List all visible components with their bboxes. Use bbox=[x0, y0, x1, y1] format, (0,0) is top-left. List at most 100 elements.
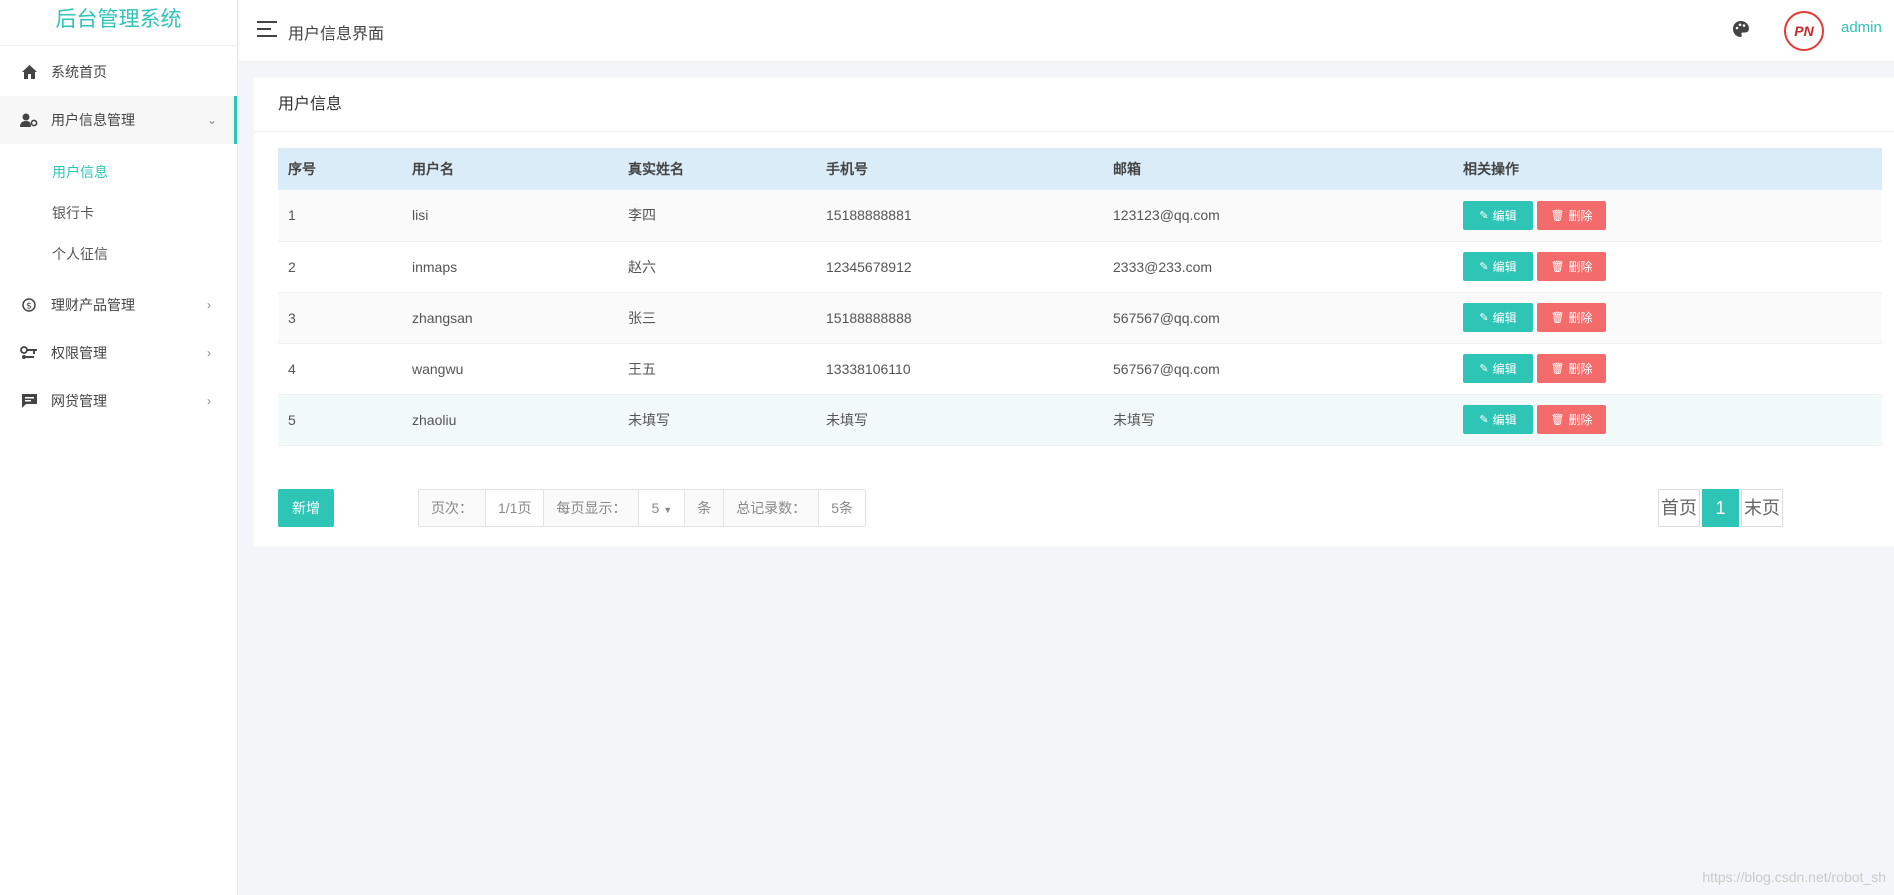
caret-down-icon: ▼ bbox=[663, 505, 673, 515]
delete-button[interactable]: 🗑 删除 bbox=[1537, 405, 1606, 434]
sidebar-item-label: 理财产品管理 bbox=[51, 297, 135, 313]
cell-index: 3 bbox=[288, 309, 296, 326]
cell-username: lisi bbox=[412, 207, 429, 224]
delete-label: 删除 bbox=[1568, 260, 1593, 274]
message-icon bbox=[20, 392, 38, 410]
column-header: 序号 bbox=[288, 161, 316, 177]
sidebar-item-label: 用户信息管理 bbox=[51, 112, 135, 128]
cell-phone: 未填写 bbox=[826, 411, 868, 428]
pagination-info: 页次： 1/1页 每页显示： 5 ▼ 条 总记录数： 5条 bbox=[418, 489, 866, 527]
add-button[interactable]: 新增 bbox=[278, 489, 334, 527]
avatar[interactable]: PN bbox=[1784, 11, 1824, 51]
per-page-select[interactable]: 5 ▼ bbox=[639, 490, 686, 526]
delete-label: 删除 bbox=[1568, 311, 1593, 325]
delete-label: 删除 bbox=[1568, 208, 1593, 223]
sidebar-subitem-bank-card[interactable]: 银行卡 bbox=[0, 193, 237, 234]
per-page-value: 5 bbox=[651, 500, 660, 516]
cell-actions: ✎ 编辑 🗑 删除 bbox=[1453, 241, 1882, 292]
edit-label: 编辑 bbox=[1492, 311, 1517, 325]
palette-icon[interactable] bbox=[1732, 20, 1750, 38]
delete-label: 删除 bbox=[1568, 362, 1593, 376]
unit-label: 条 bbox=[685, 490, 725, 526]
cell-index: 5 bbox=[288, 411, 296, 428]
column-header: 手机号 bbox=[826, 161, 868, 177]
table-row: 3 zhangsan 张三 15188888888 567567@qq.com … bbox=[278, 292, 1882, 343]
cell-email: 未填写 bbox=[1113, 411, 1155, 428]
cell-actions: ✎ 编辑 🗑 删除 bbox=[1453, 190, 1882, 241]
cell-realname: 李四 bbox=[628, 207, 656, 224]
delete-button[interactable]: 🗑 删除 bbox=[1537, 354, 1606, 383]
first-page-button[interactable]: 首页 bbox=[1658, 489, 1700, 527]
chevron-right-icon: › bbox=[207, 394, 211, 408]
pencil-icon: ✎ bbox=[1479, 209, 1489, 222]
sidebar-item-finance-products[interactable]: $ 理财产品管理 › bbox=[0, 281, 237, 329]
sidebar: 后台管理系统 系统首页 用户信息管理 ⌄ 用户信息 银行卡 个人征信 $ 理财产… bbox=[0, 0, 238, 895]
column-header: 邮箱 bbox=[1113, 161, 1141, 177]
sidebar-item-home[interactable]: 系统首页 bbox=[0, 48, 237, 96]
total-label: 总记录数： bbox=[724, 490, 820, 526]
cell-actions: ✎ 编辑 🗑 删除 bbox=[1453, 292, 1882, 343]
delete-label: 删除 bbox=[1568, 413, 1593, 427]
edit-button[interactable]: ✎ 编辑 bbox=[1463, 405, 1533, 434]
chevron-right-icon: › bbox=[207, 346, 211, 360]
menu-toggle-icon[interactable] bbox=[257, 21, 277, 37]
edit-button[interactable]: ✎ 编辑 bbox=[1463, 252, 1533, 281]
cell-email: 123123@qq.com bbox=[1113, 207, 1220, 224]
cell-index: 4 bbox=[288, 360, 296, 377]
last-page-button[interactable]: 末页 bbox=[1741, 489, 1783, 527]
delete-button[interactable]: 🗑 删除 bbox=[1537, 252, 1606, 281]
edit-button[interactable]: ✎ 编辑 bbox=[1463, 200, 1533, 230]
delete-button[interactable]: 🗑 删除 bbox=[1537, 200, 1606, 230]
svg-text:$: $ bbox=[26, 302, 32, 312]
sidebar-item-permissions[interactable]: 权限管理 › bbox=[0, 329, 237, 377]
pencil-icon: ✎ bbox=[1479, 261, 1489, 273]
submenu: 用户信息 银行卡 个人征信 bbox=[0, 144, 237, 281]
top-header: 用户信息界面 PN admin bbox=[239, 0, 1894, 62]
cell-email: 567567@qq.com bbox=[1113, 360, 1220, 377]
total-value: 5条 bbox=[819, 490, 865, 526]
pager: 首页 1 末页 bbox=[1658, 489, 1785, 527]
cell-phone: 12345678912 bbox=[826, 258, 912, 275]
cell-actions: ✎ 编辑 🗑 删除 bbox=[1453, 394, 1882, 445]
page-1-button[interactable]: 1 bbox=[1702, 489, 1739, 527]
cell-username: inmaps bbox=[412, 258, 458, 275]
sidebar-item-label: 网贷管理 bbox=[51, 393, 107, 409]
column-header: 相关操作 bbox=[1463, 161, 1519, 177]
user-gear-icon bbox=[20, 111, 38, 129]
sidebar-subitem-user-info[interactable]: 用户信息 bbox=[0, 152, 237, 193]
edit-label: 编辑 bbox=[1492, 208, 1517, 223]
cell-phone: 15188888881 bbox=[826, 207, 912, 224]
cell-email: 567567@qq.com bbox=[1113, 309, 1220, 326]
sidebar-item-label: 系统首页 bbox=[51, 64, 107, 80]
trash-icon: 🗑 bbox=[1550, 312, 1565, 324]
table-row: 5 zhaoliu 未填写 未填写 未填写 ✎ 编辑 🗑 删除 bbox=[278, 394, 1882, 445]
cell-username: zhangsan bbox=[412, 309, 473, 326]
panel-title: 用户信息 bbox=[254, 78, 1894, 132]
sidebar-item-user-management[interactable]: 用户信息管理 ⌄ bbox=[0, 96, 237, 144]
trash-icon: 🗑 bbox=[1550, 363, 1565, 375]
key-icon bbox=[20, 344, 38, 362]
cell-phone: 13338106110 bbox=[826, 360, 911, 377]
delete-button[interactable]: 🗑 删除 bbox=[1537, 303, 1606, 332]
cell-email: 2333@233.com bbox=[1113, 258, 1213, 275]
table-header-row: 序号 用户名 真实姓名 手机号 邮箱 相关操作 bbox=[278, 148, 1882, 190]
user-table: 序号 用户名 真实姓名 手机号 邮箱 相关操作 1 lisi 李四 151888… bbox=[278, 148, 1882, 446]
cell-realname: 未填写 bbox=[628, 411, 670, 428]
cell-realname: 赵六 bbox=[628, 258, 656, 275]
watermark: https://blog.csdn.net/robot_sh bbox=[1702, 869, 1886, 885]
table-row: 4 wangwu 王五 13338106110 567567@qq.com ✎ 编… bbox=[278, 343, 1882, 394]
username-link[interactable]: admin bbox=[1841, 19, 1882, 36]
cell-index: 1 bbox=[288, 207, 296, 224]
chevron-right-icon: › bbox=[207, 298, 211, 312]
cell-actions: ✎ 编辑 🗑 删除 bbox=[1453, 343, 1882, 394]
page-value: 1/1页 bbox=[486, 490, 545, 526]
cell-index: 2 bbox=[288, 258, 296, 275]
edit-button[interactable]: ✎ 编辑 bbox=[1463, 303, 1533, 332]
trash-icon: 🗑 bbox=[1550, 261, 1565, 273]
sidebar-subitem-credit[interactable]: 个人征信 bbox=[0, 234, 237, 275]
brand-title: 后台管理系统 bbox=[0, 0, 237, 46]
sidebar-item-loans[interactable]: 网贷管理 › bbox=[0, 377, 237, 425]
edit-button[interactable]: ✎ 编辑 bbox=[1463, 354, 1533, 383]
trash-icon: 🗑 bbox=[1550, 414, 1565, 426]
sidebar-item-label: 权限管理 bbox=[51, 345, 107, 361]
